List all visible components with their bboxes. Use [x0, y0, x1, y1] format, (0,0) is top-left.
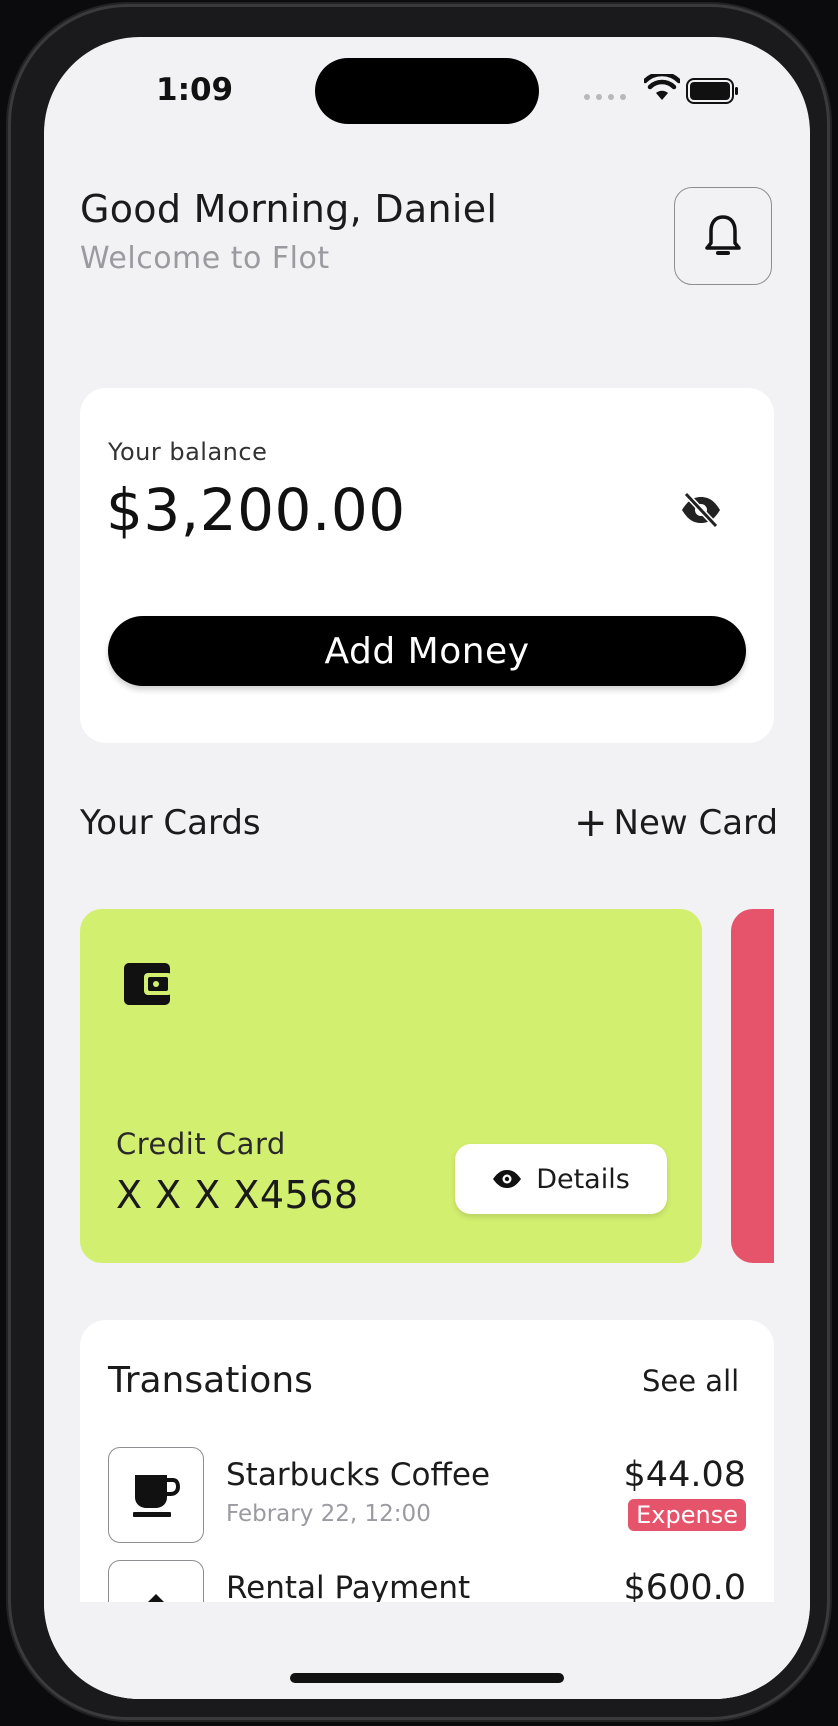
- details-label: Details: [536, 1163, 630, 1195]
- transaction-date: Febrary 22, 12:00: [226, 1501, 431, 1527]
- wallet-icon: [124, 963, 172, 1005]
- coffee-icon: [133, 1475, 181, 1517]
- transactions-title: Transations: [108, 1360, 313, 1401]
- add-money-button[interactable]: Add Money: [108, 616, 746, 686]
- app-screen: 1:09 Good Morning, Daniel Welcome to Flo…: [44, 37, 810, 1699]
- home-indicator: [290, 1673, 564, 1683]
- wifi-icon: [644, 74, 680, 100]
- bell-icon: [705, 215, 741, 255]
- cards-section-title: Your Cards: [80, 803, 261, 843]
- transaction-name: Starbucks Coffee: [226, 1457, 491, 1493]
- status-time: 1:09: [156, 72, 234, 108]
- new-card-button[interactable]: + New Card: [574, 803, 778, 843]
- transaction-name: Rental Payment: [226, 1570, 471, 1606]
- balance-card: Your balance $3,200.00 Add Money: [80, 388, 774, 743]
- card-type-label: Credit Card: [116, 1127, 286, 1161]
- scroll-clip: [774, 909, 810, 1263]
- credit-card[interactable]: Credit Card X X X X4568 Details: [80, 909, 702, 1263]
- plus-icon: +: [574, 800, 608, 846]
- battery-icon: [686, 78, 738, 104]
- signal-icon: [584, 94, 626, 100]
- notifications-button[interactable]: [674, 187, 772, 285]
- card-number: X X X X4568: [116, 1173, 359, 1217]
- eye-icon: [493, 1170, 522, 1188]
- balance-label: Your balance: [108, 438, 268, 466]
- bottom-fade: [44, 1602, 810, 1699]
- transaction-icon-box: [108, 1447, 204, 1543]
- greeting-subtitle: Welcome to Flot: [80, 241, 330, 276]
- greeting-title: Good Morning, Daniel: [80, 187, 498, 231]
- balance-amount: $3,200.00: [106, 476, 406, 544]
- see-all-link[interactable]: See all: [642, 1364, 739, 1398]
- expense-badge: Expense: [628, 1499, 746, 1531]
- transaction-row[interactable]: Starbucks Coffee Febrary 22, 12:00 $44.0…: [108, 1447, 746, 1543]
- status-icons: [584, 74, 784, 110]
- transaction-amount: $44.08: [623, 1455, 746, 1495]
- greeting-block: Good Morning, Daniel Welcome to Flot: [80, 187, 497, 276]
- hide-balance-icon[interactable]: [680, 492, 722, 528]
- dynamic-island: [315, 58, 539, 124]
- phone-frame: 1:09 Good Morning, Daniel Welcome to Flo…: [8, 4, 830, 1720]
- card-details-button[interactable]: Details: [455, 1144, 667, 1214]
- new-card-label: New Card: [613, 803, 779, 843]
